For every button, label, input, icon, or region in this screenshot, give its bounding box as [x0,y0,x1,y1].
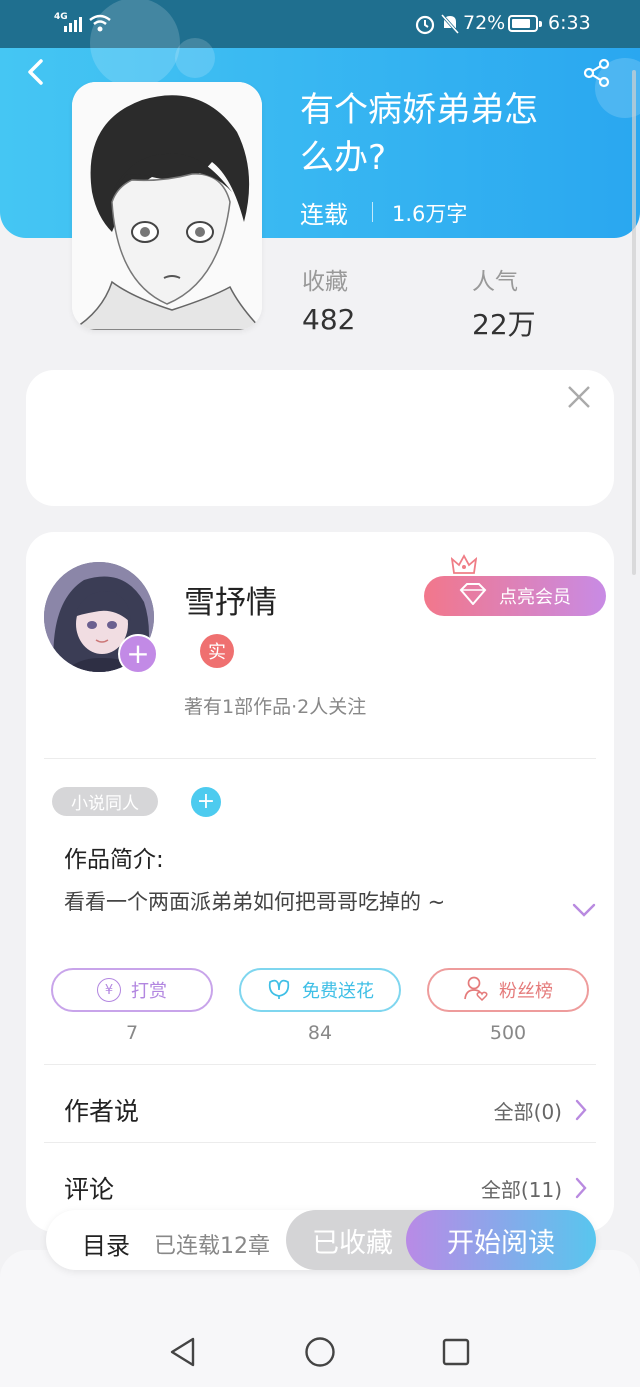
flower-count: 84 [307,1022,333,1044]
author-name[interactable]: 雪抒情 [184,577,277,622]
chapter-count[interactable]: 已连载12章 [154,1228,270,1260]
start-reading-button[interactable]: 开始阅读 [406,1210,596,1270]
flower-icon [266,976,292,1005]
close-icon[interactable] [566,384,592,410]
chevron-right-icon [574,1099,588,1121]
divider [44,1064,596,1065]
collected-label: 已收藏 [312,1227,393,1259]
intro-text: 看看一个两面派弟弟如何把哥哥吃掉的 ~ [64,890,446,914]
send-flower-label: 免费送花 [302,981,374,1002]
fan-ranking-label: 粉丝榜 [499,981,553,1002]
fan-icon [463,975,489,1006]
comments-title: 评论 [64,1175,115,1204]
send-flower-button[interactable]: 免费送花 [239,968,401,1012]
member-button[interactable]: 点亮会员 [424,576,606,616]
author-says-all: 全部(0) [493,1100,562,1124]
battery-percent: 72% [463,12,506,34]
nav-recent-icon[interactable] [442,1338,470,1366]
book-cover-image[interactable] [72,82,262,330]
tip-button[interactable]: ¥ 打赏 [51,968,213,1012]
cellular-signal-icon: 4G [54,12,84,34]
popularity-label: 人气 [472,269,518,295]
favorites-value: 482 [302,303,356,336]
divider [44,758,596,759]
genre-tag[interactable]: 小说同人 [52,787,158,816]
fan-count: 500 [489,1022,527,1044]
follow-author-button[interactable]: + [118,634,158,674]
notice-card [26,370,614,506]
popularity-value: 22万 [472,308,536,341]
divider [44,1142,596,1143]
share-icon[interactable] [582,58,612,88]
battery-icon [508,15,542,32]
crown-icon [451,554,477,576]
mute-icon [440,13,460,35]
author-says-row[interactable]: 作者说 全部(0) [44,1074,596,1142]
author-stats: 著有1部作品·2人关注 [184,696,367,718]
intro-heading: 作品简介: [64,847,164,873]
diamond-icon [459,582,487,610]
catalog-button[interactable]: 目录 [82,1226,130,1261]
clock: 6:33 [548,12,591,34]
status-divider [372,202,373,222]
chevron-down-icon[interactable] [572,902,596,918]
tip-label: 打赏 [131,981,167,1002]
start-reading-label: 开始阅读 [447,1227,555,1259]
nav-home-icon[interactable] [304,1336,336,1368]
nav-back-icon[interactable] [168,1336,198,1368]
comments-all: 全部(11) [480,1178,562,1202]
yen-icon: ¥ [97,978,121,1002]
verified-badge: 实 [200,634,234,668]
word-count: 1.6万字 [392,202,468,226]
book-status: 连载 [300,201,348,229]
add-tag-button[interactable]: + [191,787,221,817]
alarm-icon [414,13,436,35]
chevron-right-icon [574,1177,588,1199]
fan-ranking-button[interactable]: 粉丝榜 [427,968,589,1012]
scrollbar[interactable] [632,70,636,575]
author-says-title: 作者说 [64,1097,140,1126]
tip-count: 7 [125,1022,139,1044]
back-icon[interactable] [24,58,48,86]
favorites-label: 收藏 [302,269,348,295]
member-button-label: 点亮会员 [499,587,571,608]
book-title: 有个病娇弟弟怎 么办? [300,90,538,178]
